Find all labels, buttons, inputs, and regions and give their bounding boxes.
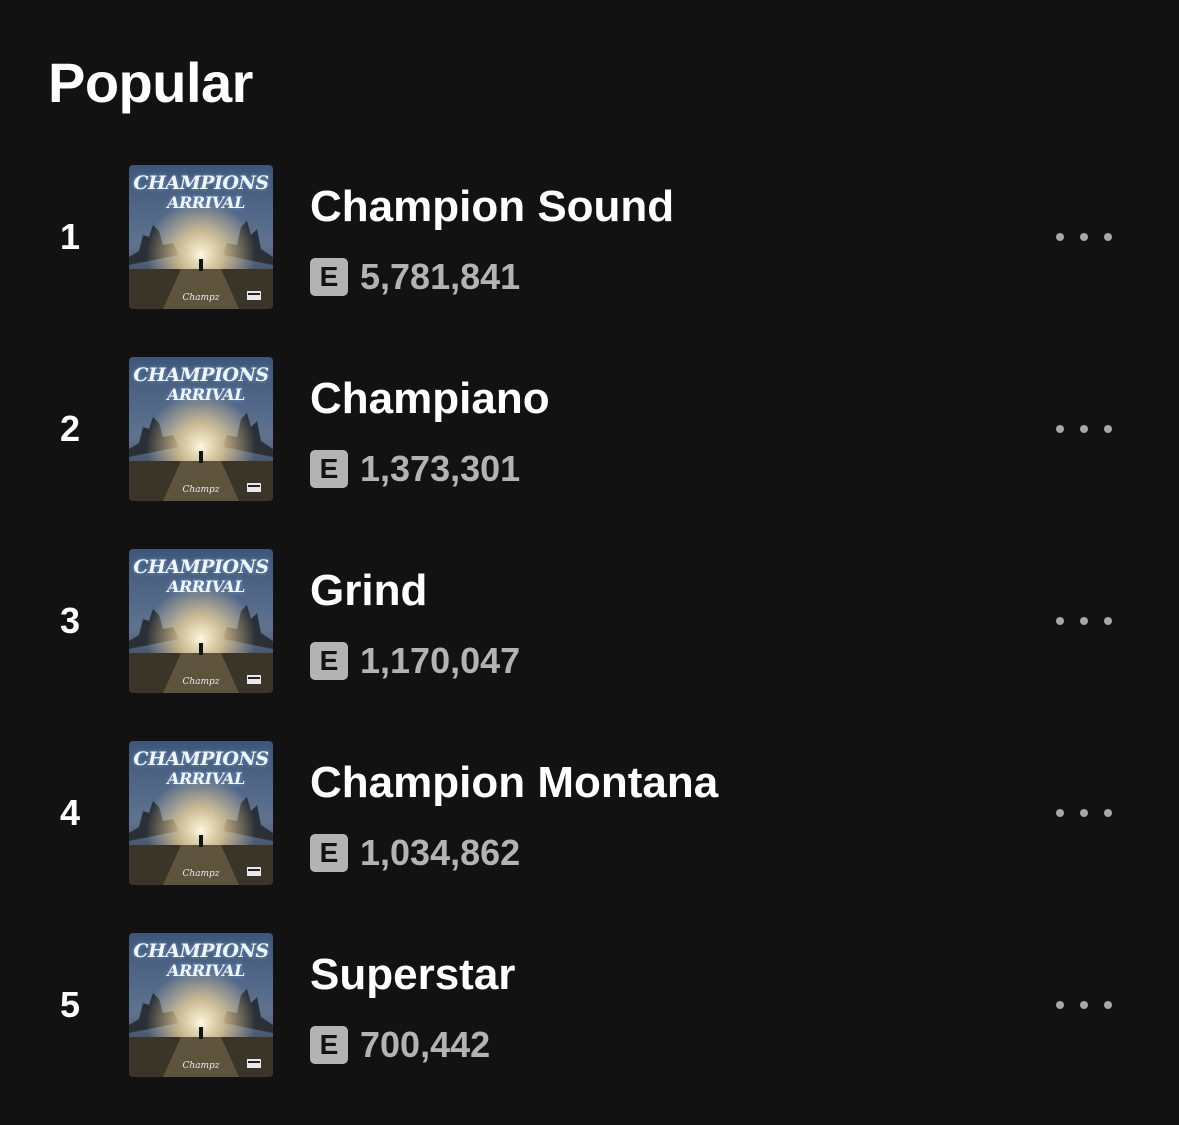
explicit-badge-icon: E [310,1026,348,1064]
track-rank: 5 [59,984,81,1025]
more-options-icon [1104,809,1112,817]
album-cover-title-line2: ARRIVAL [167,961,245,980]
album-cover-title-line1: CHAMPIONS [133,364,269,386]
track-row[interactable]: 1 CHAMPIONS ARRIVAL Champz Champion Soun… [0,165,1179,309]
play-count: 700,442 [360,1024,491,1065]
track-row[interactable]: 3 CHAMPIONS ARRIVAL Champz Grind E 1,170… [0,549,1179,693]
album-cover-title-line2: ARRIVAL [167,577,245,596]
more-options-icon [1080,233,1088,241]
more-options-icon [1080,809,1088,817]
explicit-badge-icon: E [310,450,348,488]
more-options-icon [1056,809,1064,817]
album-cover-title-line2: ARRIVAL [167,769,245,788]
album-cover-title-line1: CHAMPIONS [133,940,269,962]
track-row[interactable]: 4 CHAMPIONS ARRIVAL Champz Champion Mont… [0,741,1179,885]
album-cover-title: CHAMPIONS ARRIVAL [129,365,273,404]
track-rank: 2 [59,408,81,449]
album-cover: CHAMPIONS ARRIVAL Champz [129,165,273,309]
explicit-badge-icon: E [310,258,348,296]
album-cover-title-line2: ARRIVAL [167,385,245,404]
more-options-icon [1104,1001,1112,1009]
more-options-icon [1056,1001,1064,1009]
explicit-badge-icon: E [310,834,348,872]
more-options-button[interactable] [1050,601,1118,641]
more-options-icon [1104,425,1112,433]
section-title: Popular [48,51,253,114]
album-cover-title: CHAMPIONS ARRIVAL [129,941,273,980]
more-options-icon [1104,617,1112,625]
more-options-icon [1104,233,1112,241]
track-row[interactable]: 2 CHAMPIONS ARRIVAL Champz Champiano E 1… [0,357,1179,501]
album-cover-signature: Champz [182,677,220,687]
more-options-icon [1080,425,1088,433]
more-options-icon [1080,617,1088,625]
track-meta: E 5,781,841 [310,257,520,297]
track-title[interactable]: Grind [310,565,427,617]
album-cover-title: CHAMPIONS ARRIVAL [129,173,273,212]
play-count: 1,373,301 [360,448,521,489]
track-title[interactable]: Champion Montana [310,757,718,809]
play-count: 1,170,047 [360,640,521,681]
album-cover: CHAMPIONS ARRIVAL Champz [129,741,273,885]
track-meta: E 700,442 [310,1025,490,1065]
album-cover-title-line1: CHAMPIONS [133,556,269,578]
album-cover-signature: Champz [182,485,220,495]
album-cover-signature: Champz [182,869,220,879]
more-options-icon [1056,425,1064,433]
play-count: 1,034,862 [360,832,521,873]
album-cover-title: CHAMPIONS ARRIVAL [129,749,273,788]
track-meta: E 1,034,862 [310,833,520,873]
popular-track-list: 1 CHAMPIONS ARRIVAL Champz Champion Soun… [0,165,1179,1125]
track-title[interactable]: Superstar [310,949,515,1001]
album-cover: CHAMPIONS ARRIVAL Champz [129,357,273,501]
album-cover-title-line1: CHAMPIONS [133,748,269,770]
more-options-button[interactable] [1050,409,1118,449]
more-options-icon [1080,1001,1088,1009]
album-cover: CHAMPIONS ARRIVAL Champz [129,933,273,1077]
album-cover-title: CHAMPIONS ARRIVAL [129,557,273,596]
more-options-icon [1056,617,1064,625]
track-title[interactable]: Champiano [310,373,550,425]
more-options-button[interactable] [1050,217,1118,257]
album-cover-signature: Champz [182,1061,220,1071]
track-meta: E 1,170,047 [310,641,520,681]
track-meta: E 1,373,301 [310,449,520,489]
more-options-icon [1056,233,1064,241]
explicit-badge-icon: E [310,642,348,680]
more-options-button[interactable] [1050,793,1118,833]
album-cover: CHAMPIONS ARRIVAL Champz [129,549,273,693]
track-title[interactable]: Champion Sound [310,181,674,233]
track-rank: 1 [59,216,81,257]
album-cover-signature: Champz [182,293,220,303]
album-cover-title-line2: ARRIVAL [167,193,245,212]
track-row[interactable]: 5 CHAMPIONS ARRIVAL Champz Superstar E 7… [0,933,1179,1077]
play-count: 5,781,841 [360,256,521,297]
album-cover-title-line1: CHAMPIONS [133,172,269,194]
more-options-button[interactable] [1050,985,1118,1025]
track-rank: 3 [59,600,81,641]
track-rank: 4 [59,792,81,833]
